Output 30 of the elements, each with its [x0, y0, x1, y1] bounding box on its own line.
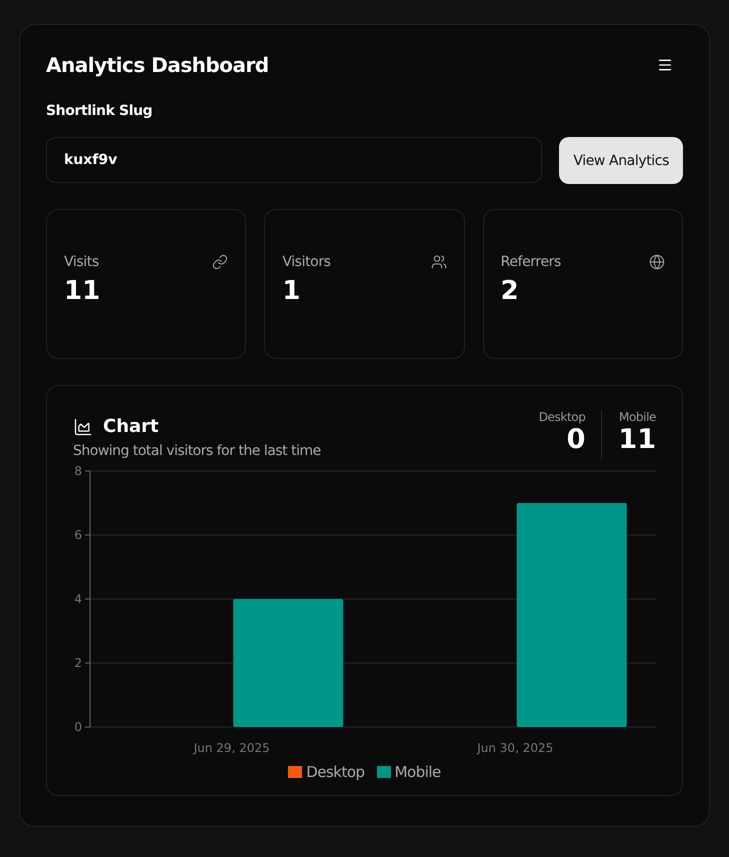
slug-input-field[interactable]: kuxf9v: [46, 137, 542, 183]
total-label: Mobile: [619, 410, 656, 424]
total-value: 11: [618, 424, 656, 455]
page-title: Analytics Dashboard: [46, 53, 269, 77]
y-tick-label: 8: [74, 464, 82, 478]
chart-title: Chart: [103, 416, 159, 437]
view-analytics-button[interactable]: View Analytics: [559, 137, 683, 184]
globe-icon: [648, 254, 665, 270]
total-label: Desktop: [538, 410, 586, 424]
y-tick-label: 6: [74, 528, 82, 542]
users-icon: [430, 254, 447, 270]
y-tick-label: 0: [74, 720, 82, 734]
stat-value: 11: [64, 276, 102, 306]
legend-label: Desktop: [306, 763, 365, 781]
y-tick-label: 2: [74, 656, 82, 670]
stat-label: Visitors: [282, 254, 331, 270]
area-chart-icon: [73, 416, 93, 436]
x-tick-label: Jun 29, 2025: [194, 741, 270, 755]
y-tick-label: 4: [74, 592, 82, 606]
x-tick-label: Jun 30, 2025: [477, 741, 554, 755]
chart-subtitle: Showing total visitors for the last time: [73, 443, 321, 459]
total-value: 0: [566, 424, 586, 455]
stat-value: 1: [282, 276, 302, 306]
link-icon: [212, 254, 228, 270]
stat-label: Visits: [64, 254, 99, 270]
legend-label: Mobile: [394, 763, 441, 781]
field-label: Shortlink Slug: [46, 103, 154, 119]
stat-label: Referrers: [500, 254, 561, 270]
stat-value: 2: [500, 276, 520, 306]
menu-icon: [657, 57, 673, 73]
